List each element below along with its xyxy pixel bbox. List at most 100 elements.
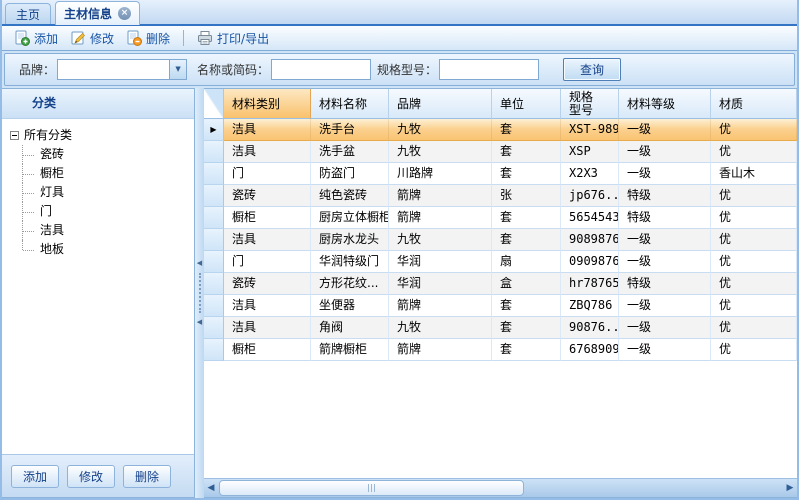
close-tab-icon[interactable]: × bbox=[118, 7, 132, 20]
grid-cell[interactable]: 箭牌橱柜 bbox=[311, 339, 389, 361]
table-row[interactable]: ▶ 洁具 洗手台 九牧套 XST-989 一级优 bbox=[204, 119, 797, 141]
sidebar-delete-button[interactable]: 删除 bbox=[123, 464, 171, 488]
grid-cell[interactable]: 56545436 bbox=[561, 207, 619, 229]
column-header-3[interactable]: 单位 bbox=[492, 89, 561, 119]
grid-cell[interactable]: 套 bbox=[492, 295, 561, 317]
grid-cell[interactable]: 九牧 bbox=[389, 317, 492, 339]
grid-cell[interactable]: 9089876 bbox=[561, 229, 619, 251]
row-header-cell[interactable] bbox=[204, 185, 224, 207]
row-header-cell[interactable] bbox=[204, 141, 224, 163]
grid-cell[interactable]: 箭牌 bbox=[389, 185, 492, 207]
grid-cell[interactable]: 优 bbox=[711, 185, 797, 207]
row-header-cell[interactable] bbox=[204, 317, 224, 339]
grid-cell[interactable]: 门 bbox=[224, 251, 311, 273]
name-code-input[interactable] bbox=[271, 59, 372, 80]
grid-cell[interactable]: hr787656 bbox=[561, 273, 619, 295]
column-header-2[interactable]: 品牌 bbox=[389, 89, 492, 119]
horizontal-scrollbar[interactable]: ◀ ▶ bbox=[204, 478, 797, 497]
grid-cell[interactable]: 华润 bbox=[389, 251, 492, 273]
grid-cell[interactable]: 优 bbox=[711, 273, 797, 295]
grid-cell[interactable]: 张 bbox=[492, 185, 561, 207]
grid-cell[interactable]: 橱柜 bbox=[224, 339, 311, 361]
grid-cell[interactable]: 橱柜 bbox=[224, 207, 311, 229]
tree-item-2[interactable]: 灯具 bbox=[10, 183, 194, 202]
column-header-1[interactable]: 材料名称 bbox=[311, 89, 389, 119]
grid-cell[interactable]: 一级 bbox=[619, 141, 711, 163]
table-row[interactable]: 橱柜厨房立体橱柜箭牌套56545436特级优 bbox=[204, 207, 797, 229]
table-row[interactable]: 洁具 厨房水龙头 九牧套 9089876 一级优 bbox=[204, 229, 797, 251]
grid-cell[interactable]: 特级 bbox=[619, 185, 711, 207]
table-row[interactable]: 洁具 洗手盆 九牧套 XSP 一级优 bbox=[204, 141, 797, 163]
grid-cell[interactable]: 纯色瓷砖 bbox=[311, 185, 389, 207]
grid-cell[interactable]: 优 bbox=[711, 251, 797, 273]
grid-cell[interactable]: 九牧 bbox=[389, 229, 492, 251]
grid-cell[interactable]: 角阀 bbox=[311, 317, 389, 339]
grid-cell[interactable]: 坐便器 bbox=[311, 295, 389, 317]
print-export-button[interactable]: 打印/导出 bbox=[191, 28, 275, 49]
grid-cell[interactable]: 瓷砖 bbox=[224, 185, 311, 207]
row-header-cell[interactable]: ▶ bbox=[204, 119, 224, 141]
grid-cell[interactable]: 一级 bbox=[619, 229, 711, 251]
table-row[interactable]: 洁具 坐便器 箭牌套 ZBQ786 一级优 bbox=[204, 295, 797, 317]
grid-cell[interactable]: 一级 bbox=[619, 339, 711, 361]
row-header-cell[interactable] bbox=[204, 229, 224, 251]
row-header-cell[interactable] bbox=[204, 295, 224, 317]
grid-cell[interactable]: 套 bbox=[492, 207, 561, 229]
grid-cell[interactable]: 套 bbox=[492, 339, 561, 361]
delete-button[interactable]: 删除 bbox=[120, 28, 176, 49]
grid-cell[interactable]: 优 bbox=[711, 295, 797, 317]
grid-cell[interactable]: 洗手盆 bbox=[311, 141, 389, 163]
table-row[interactable]: 洁具角阀九牧套90876...一级优 bbox=[204, 317, 797, 339]
table-row[interactable]: 瓷砖纯色瓷砖箭牌张jp676...特级优 bbox=[204, 185, 797, 207]
grid-cell[interactable]: 方形花纹... bbox=[311, 273, 389, 295]
grid-cell[interactable]: 华润 bbox=[389, 273, 492, 295]
grid-cell[interactable]: X2X3 bbox=[561, 163, 619, 185]
row-header-cell[interactable] bbox=[204, 251, 224, 273]
spec-model-input[interactable] bbox=[439, 59, 540, 80]
grid-cell[interactable]: 一级 bbox=[619, 251, 711, 273]
grid-cell[interactable]: 优 bbox=[711, 119, 797, 141]
tree-item-4[interactable]: 洁具 bbox=[10, 221, 194, 240]
grid-cell[interactable]: 箭牌 bbox=[389, 207, 492, 229]
tab-main-material[interactable]: 主材信息 × bbox=[55, 1, 141, 25]
select-all-corner[interactable] bbox=[204, 89, 224, 119]
add-button[interactable]: 添加 bbox=[8, 28, 64, 49]
grid-cell[interactable]: 川路牌 bbox=[389, 163, 492, 185]
tree-item-1[interactable]: 橱柜 bbox=[10, 164, 194, 183]
grid-cell[interactable]: 特级 bbox=[619, 273, 711, 295]
grid-cell[interactable]: 一级 bbox=[619, 163, 711, 185]
row-header-cell[interactable] bbox=[204, 339, 224, 361]
grid-cell[interactable]: 洁具 bbox=[224, 141, 311, 163]
grid-cell[interactable]: 箭牌 bbox=[389, 295, 492, 317]
grid-cell[interactable]: 一级 bbox=[619, 119, 711, 141]
tree-item-3[interactable]: 门 bbox=[10, 202, 194, 221]
grid-cell[interactable]: 洁具 bbox=[224, 317, 311, 339]
scroll-right-icon[interactable]: ▶ bbox=[783, 479, 797, 497]
grid-cell[interactable]: 扇 bbox=[492, 251, 561, 273]
table-row[interactable]: 门防盗门 川路牌套 X2X3 一级 香山木 bbox=[204, 163, 797, 185]
grid-cell[interactable]: 67689098 bbox=[561, 339, 619, 361]
grid-cell[interactable]: 厨房水龙头 bbox=[311, 229, 389, 251]
grid-cell[interactable]: XST-989 bbox=[561, 119, 619, 141]
row-header-cell[interactable] bbox=[204, 207, 224, 229]
grid-cell[interactable]: 优 bbox=[711, 339, 797, 361]
table-row[interactable]: 橱柜箭牌橱柜箭牌套67689098一级优 bbox=[204, 339, 797, 361]
column-header-0[interactable]: 材料类别 bbox=[224, 89, 311, 119]
grid-cell[interactable]: 一级 bbox=[619, 295, 711, 317]
grid-cell[interactable]: 套 bbox=[492, 141, 561, 163]
grid-cell[interactable]: 九牧 bbox=[389, 119, 492, 141]
grid-cell[interactable]: 优 bbox=[711, 229, 797, 251]
edit-button[interactable]: 修改 bbox=[64, 28, 120, 49]
splitter-collapse-icon[interactable]: ◀ bbox=[197, 260, 202, 267]
grid-cell[interactable]: 洁具 bbox=[224, 119, 311, 141]
grid-cell[interactable]: 香山木 bbox=[711, 163, 797, 185]
grid-cell[interactable]: 瓷砖 bbox=[224, 273, 311, 295]
grid-cell[interactable]: 一级 bbox=[619, 317, 711, 339]
grid-cell[interactable]: 盒 bbox=[492, 273, 561, 295]
scrollbar-thumb[interactable] bbox=[219, 480, 524, 496]
grid-cell[interactable]: 套 bbox=[492, 229, 561, 251]
grid-cell[interactable]: 特级 bbox=[619, 207, 711, 229]
grid-cell[interactable]: 箭牌 bbox=[389, 339, 492, 361]
grid-cell[interactable]: 套 bbox=[492, 119, 561, 141]
grid-cell[interactable]: 90876... bbox=[561, 317, 619, 339]
